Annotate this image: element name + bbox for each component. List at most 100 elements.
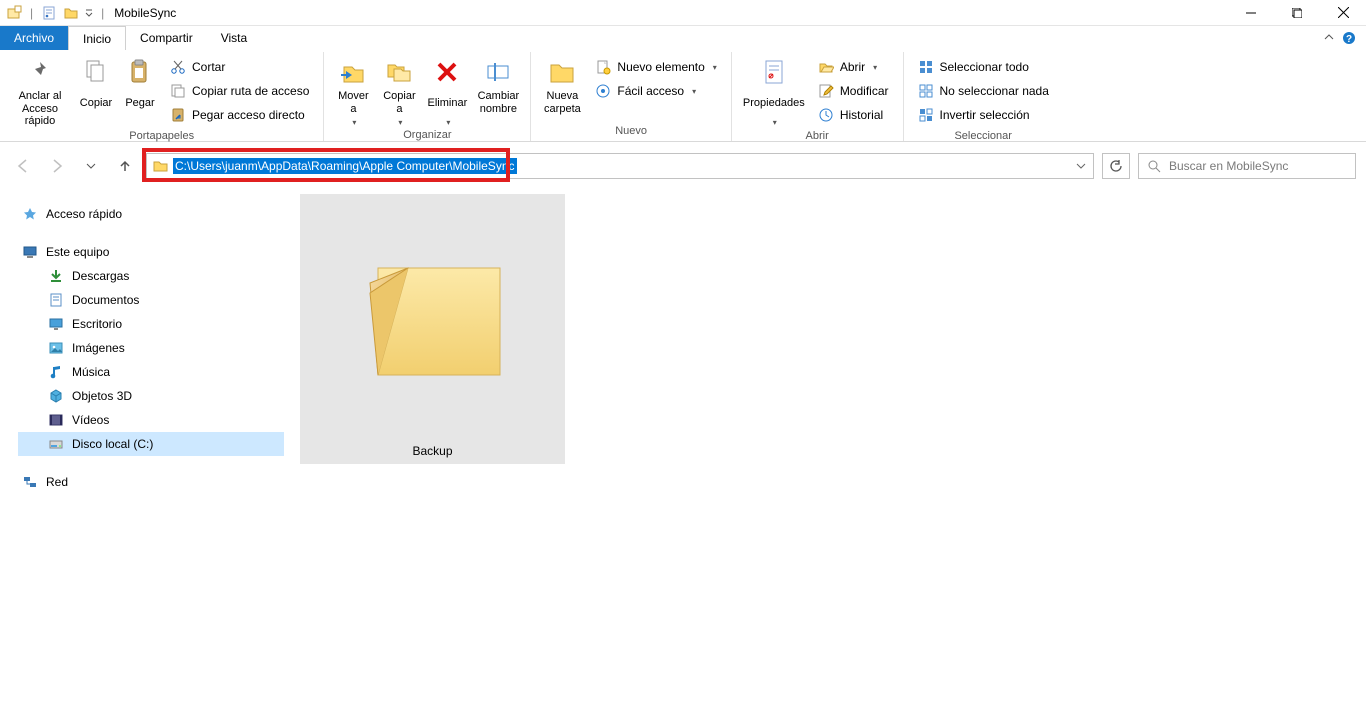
sidebar-3d-objects[interactable]: Objetos 3D [18, 384, 284, 408]
move-to-button[interactable]: Mover a▾ [330, 54, 376, 127]
cut-button[interactable]: Cortar [166, 56, 313, 78]
tab-view[interactable]: Vista [207, 26, 261, 50]
maximize-button[interactable] [1274, 0, 1320, 26]
desktop-icon [48, 316, 64, 332]
new-item-icon [595, 59, 611, 75]
invert-selection-icon [918, 107, 934, 123]
pin-quick-access-button[interactable]: Anclar al Acceso rápido [6, 54, 74, 128]
edit-icon [818, 83, 834, 99]
up-button[interactable] [112, 153, 138, 179]
easy-access-button[interactable]: Fácil acceso▾ [591, 80, 720, 102]
properties-icon [758, 56, 790, 88]
pictures-icon [48, 340, 64, 356]
help-icon[interactable]: ? [1342, 31, 1356, 45]
star-icon [22, 206, 38, 222]
address-dropdown-icon[interactable] [1069, 161, 1093, 171]
folder-large-icon [300, 194, 565, 442]
history-icon [818, 107, 834, 123]
sidebar-quick-access[interactable]: Acceso rápido [18, 202, 284, 226]
ribbon-group-new: Nueva carpeta Nuevo elemento▾ Fácil acce… [531, 52, 731, 141]
properties-qat-icon[interactable] [39, 3, 59, 23]
rename-button[interactable]: Cambiar nombre [472, 54, 524, 116]
open-button[interactable]: Abrir▾ [814, 56, 893, 78]
title-bar: | | MobileSync [0, 0, 1366, 26]
ribbon-group-select: Seleccionar todo No seleccionar nada Inv… [904, 52, 1063, 141]
music-icon [48, 364, 64, 380]
copy-path-icon [170, 83, 186, 99]
paste-shortcut-button[interactable]: Pegar acceso directo [166, 104, 313, 126]
ribbon-group-open: Propiedades▾ Abrir▾ Modificar Historial … [732, 52, 904, 141]
tab-home[interactable]: Inicio [68, 26, 126, 50]
search-icon [1147, 159, 1161, 173]
disk-icon [48, 436, 64, 452]
qat-dropdown-icon[interactable] [83, 3, 95, 23]
navigation-bar: C:\Users\juanm\AppData\Roaming\Apple Com… [0, 148, 1366, 184]
minimize-button[interactable] [1228, 0, 1274, 26]
new-item-button[interactable]: Nuevo elemento▾ [591, 56, 720, 78]
copy-to-button[interactable]: Copiar a▾ [376, 54, 422, 127]
copy-path-button[interactable]: Copiar ruta de acceso [166, 80, 313, 102]
folder-icon [149, 155, 171, 177]
select-all-button[interactable]: Seleccionar todo [914, 56, 1053, 78]
ribbon-group-label: Seleccionar [904, 130, 1063, 144]
recent-locations-button[interactable] [78, 153, 104, 179]
ribbon-collapse-icon[interactable] [1324, 33, 1334, 43]
sidebar-desktop[interactable]: Escritorio [18, 312, 284, 336]
select-none-icon [918, 83, 934, 99]
ribbon-group-label: Abrir [732, 130, 903, 144]
network-icon [22, 474, 38, 490]
sidebar-this-pc[interactable]: Este equipo [18, 240, 284, 264]
folder-item[interactable]: Backup [300, 194, 565, 464]
new-folder-qat-icon[interactable] [4, 3, 24, 23]
qat-separator: | [30, 6, 33, 20]
scissors-icon [170, 59, 186, 75]
address-bar[interactable]: C:\Users\juanm\AppData\Roaming\Apple Com… [146, 153, 1094, 179]
paste-icon [124, 56, 156, 88]
sidebar-local-disk[interactable]: Disco local (C:) [18, 432, 284, 456]
delete-icon [431, 56, 463, 88]
address-path[interactable]: C:\Users\juanm\AppData\Roaming\Apple Com… [173, 158, 517, 174]
sidebar-downloads[interactable]: Descargas [18, 264, 284, 288]
sidebar-music[interactable]: Música [18, 360, 284, 384]
objects3d-icon [48, 388, 64, 404]
forward-button[interactable] [44, 153, 70, 179]
search-box[interactable]: Buscar en MobileSync [1138, 153, 1356, 179]
copy-to-icon [383, 56, 415, 88]
folder-qat-icon[interactable] [61, 3, 81, 23]
tab-share[interactable]: Compartir [126, 26, 207, 50]
window-title: MobileSync [114, 6, 176, 20]
invert-selection-button[interactable]: Invertir selección [914, 104, 1053, 126]
ribbon-group-label: Portapapeles [0, 130, 323, 144]
history-button[interactable]: Historial [814, 104, 893, 126]
properties-button[interactable]: Propiedades▾ [738, 54, 810, 127]
pc-icon [22, 244, 38, 260]
copy-button[interactable]: Copiar [74, 54, 118, 116]
edit-button[interactable]: Modificar [814, 80, 893, 102]
sidebar-pictures[interactable]: Imágenes [18, 336, 284, 360]
back-button[interactable] [10, 153, 36, 179]
easy-access-icon [595, 83, 611, 99]
paste-shortcut-icon [170, 107, 186, 123]
sidebar-documents[interactable]: Documentos [18, 288, 284, 312]
folder-item-label: Backup [412, 444, 452, 458]
delete-button[interactable]: Eliminar▾ [422, 54, 472, 127]
refresh-button[interactable] [1102, 153, 1130, 179]
search-placeholder: Buscar en MobileSync [1169, 159, 1288, 173]
downloads-icon [48, 268, 64, 284]
sidebar-network[interactable]: Red [18, 470, 284, 494]
paste-button[interactable]: Pegar [118, 54, 162, 116]
svg-text:?: ? [1346, 34, 1352, 45]
sidebar-videos[interactable]: Vídeos [18, 408, 284, 432]
documents-icon [48, 292, 64, 308]
copy-icon [80, 56, 112, 88]
new-folder-button[interactable]: Nueva carpeta [537, 54, 587, 116]
file-list[interactable]: Backup [290, 184, 1366, 728]
ribbon-tabs: Archivo Inicio Compartir Vista ? [0, 26, 1366, 50]
tab-file[interactable]: Archivo [0, 26, 68, 50]
open-icon [818, 59, 834, 75]
ribbon: Anclar al Acceso rápido Copiar Pegar Cor… [0, 50, 1366, 142]
quick-access-toolbar: | | [0, 3, 108, 23]
videos-icon [48, 412, 64, 428]
close-button[interactable] [1320, 0, 1366, 26]
select-none-button[interactable]: No seleccionar nada [914, 80, 1053, 102]
